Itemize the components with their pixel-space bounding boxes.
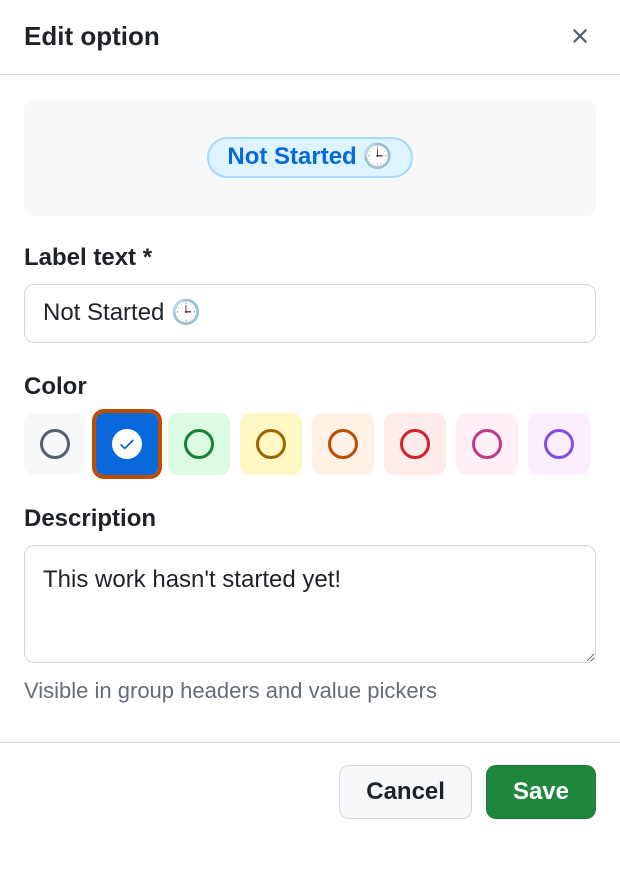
- description-label: Description: [24, 505, 596, 533]
- close-button[interactable]: [564, 20, 596, 52]
- color-swatch-pink[interactable]: [456, 413, 518, 475]
- color-swatch-orange[interactable]: [312, 413, 374, 475]
- dialog-body: Not Started 🕒 Label text * Color: [0, 75, 620, 728]
- label-text-field: Label text *: [24, 244, 596, 343]
- label-text-label: Label text *: [24, 244, 596, 272]
- color-swatch-yellow[interactable]: [240, 413, 302, 475]
- dialog-title: Edit option: [24, 21, 160, 52]
- close-icon: [568, 24, 592, 48]
- color-swatch-red[interactable]: [384, 413, 446, 475]
- preview-pill: Not Started 🕒: [207, 137, 412, 178]
- dialog-footer: Cancel Save: [0, 742, 620, 841]
- circle-icon: [256, 429, 286, 459]
- circle-icon: [544, 429, 574, 459]
- color-options: [24, 413, 596, 475]
- color-swatch-purple[interactable]: [528, 413, 590, 475]
- check-icon: [118, 435, 136, 453]
- clock-icon: 🕒: [363, 143, 393, 172]
- color-swatch-green[interactable]: [168, 413, 230, 475]
- color-swatch-gray[interactable]: [24, 413, 86, 475]
- circle-icon: [472, 429, 502, 459]
- circle-icon: [328, 429, 358, 459]
- circle-icon: [40, 429, 70, 459]
- description-input[interactable]: [24, 545, 596, 663]
- preview-panel: Not Started 🕒: [24, 99, 596, 216]
- color-field: Color: [24, 373, 596, 475]
- preview-label: Not Started: [227, 143, 356, 172]
- color-label: Color: [24, 373, 596, 401]
- cancel-button[interactable]: Cancel: [339, 765, 472, 819]
- color-swatch-blue[interactable]: [96, 413, 158, 475]
- circle-icon: [184, 429, 214, 459]
- description-field: Description Visible in group headers and…: [24, 505, 596, 704]
- label-text-input[interactable]: [24, 284, 596, 343]
- description-hint: Visible in group headers and value picke…: [24, 678, 596, 704]
- save-button[interactable]: Save: [486, 765, 596, 819]
- check-circle-icon: [112, 429, 142, 459]
- circle-icon: [400, 429, 430, 459]
- dialog-header: Edit option: [0, 0, 620, 75]
